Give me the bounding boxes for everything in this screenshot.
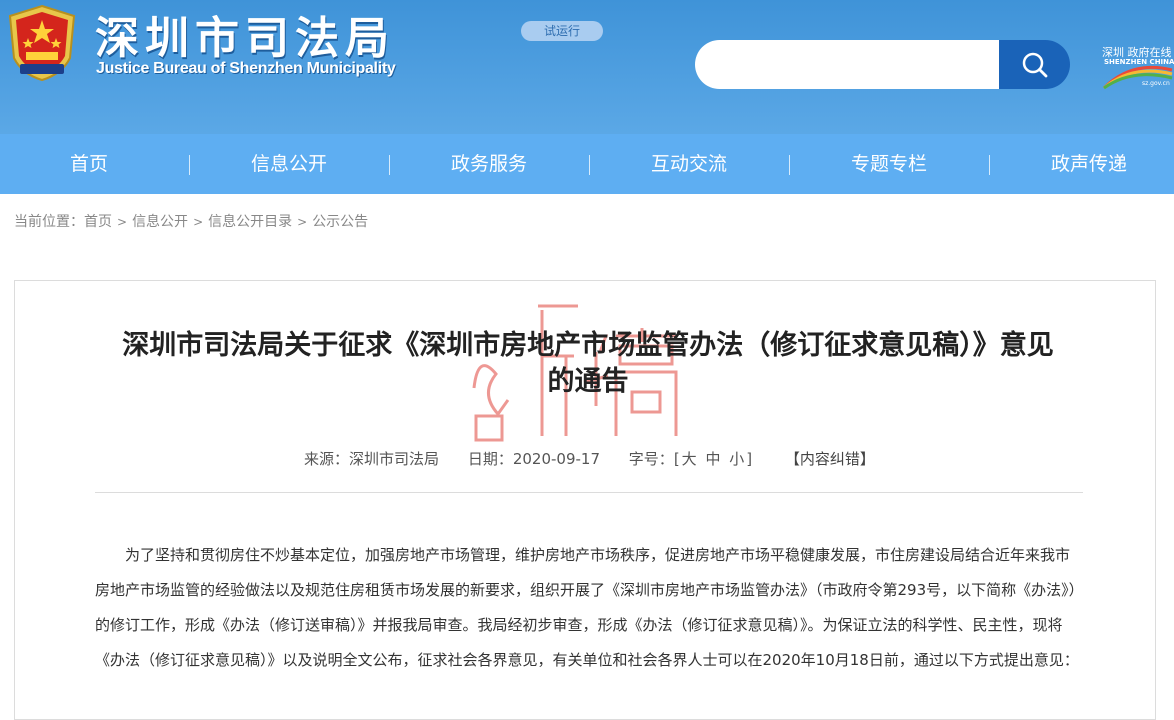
city-logo-domain: sz.gov.cn [1142,80,1170,87]
breadcrumb-separator: > [297,215,308,229]
site-subtitle: Justice Bureau of Shenzhen Municipality [96,60,396,77]
content-correction-link[interactable]: 【内容纠错】 [785,448,875,469]
article-paragraph: 为了坚持和贯彻房住不炒基本定位，加强房地产市场管理，维护房地产市场秩序，促进房地… [95,546,1079,669]
date-value: 2020-09-17 [512,450,601,468]
shenzhen-government-logo[interactable]: 深圳 政府在线 SHENZHEN CHINA sz.gov.cn [1102,44,1174,90]
article-body: 为了坚持和贯彻房住不炒基本定位，加强房地产市场管理，维护房地产市场秩序，促进房地… [95,538,1083,678]
nav-item-interaction[interactable]: 互动交流 [589,134,789,194]
breadcrumb-info-disclosure[interactable]: 信息公开 [132,214,188,230]
font-size-bracket-close: ] [746,450,753,468]
nav-item-government-voice[interactable]: 政声传递 [989,134,1174,194]
site-header: 深圳市司法局 Justice Bureau of Shenzhen Munici… [0,0,1174,134]
breadcrumb-announcements[interactable]: 公示公告 [312,214,368,230]
font-size-medium-link[interactable]: 中 [705,448,720,469]
trial-badge: 试运行 [521,21,603,41]
search-icon [1022,52,1047,77]
meta-divider [95,492,1083,493]
nav-item-home[interactable]: 首页 [0,134,189,194]
main-nav: 首页 信息公开 政务服务 互动交流 专题专栏 政声传递 [0,134,1174,194]
breadcrumb-prefix: 当前位置： [14,214,84,230]
font-size-large-link[interactable]: 大 [682,448,697,469]
breadcrumb-info-catalog[interactable]: 信息公开目录 [208,214,292,230]
breadcrumb: 当前位置：首页 > 信息公开 > 信息公开目录 > 公示公告 [14,211,368,231]
nav-item-info-disclosure[interactable]: 信息公开 [189,134,389,194]
font-size-small-link[interactable]: 小 [729,448,744,469]
police-emblem-icon[interactable] [6,4,78,82]
article-title: 深圳市司法局关于征求《深圳市房地产市场监管办法（修订征求意见稿）》意见的通告 [122,330,1054,397]
site-title[interactable]: 深圳市司法局 [95,2,395,66]
source-value: 深圳市司法局 [349,450,440,468]
breadcrumb-home[interactable]: 首页 [84,214,112,230]
font-size-label: 字号： [628,450,674,468]
search-button[interactable] [999,40,1070,89]
nav-item-government-services[interactable]: 政务服务 [389,134,589,194]
nav-item-special-topics[interactable]: 专题专栏 [789,134,989,194]
breadcrumb-separator: > [193,215,204,229]
date-label: 日期： [467,450,513,468]
article-meta: 来源：深圳市司法局 日期：2020-09-17 字号：[大 中 小] 【内容纠错… [304,448,875,469]
source-label: 来源： [304,450,350,468]
font-size-bracket-open: [ [673,450,680,468]
search-input[interactable] [695,40,999,89]
breadcrumb-separator: > [117,215,128,229]
